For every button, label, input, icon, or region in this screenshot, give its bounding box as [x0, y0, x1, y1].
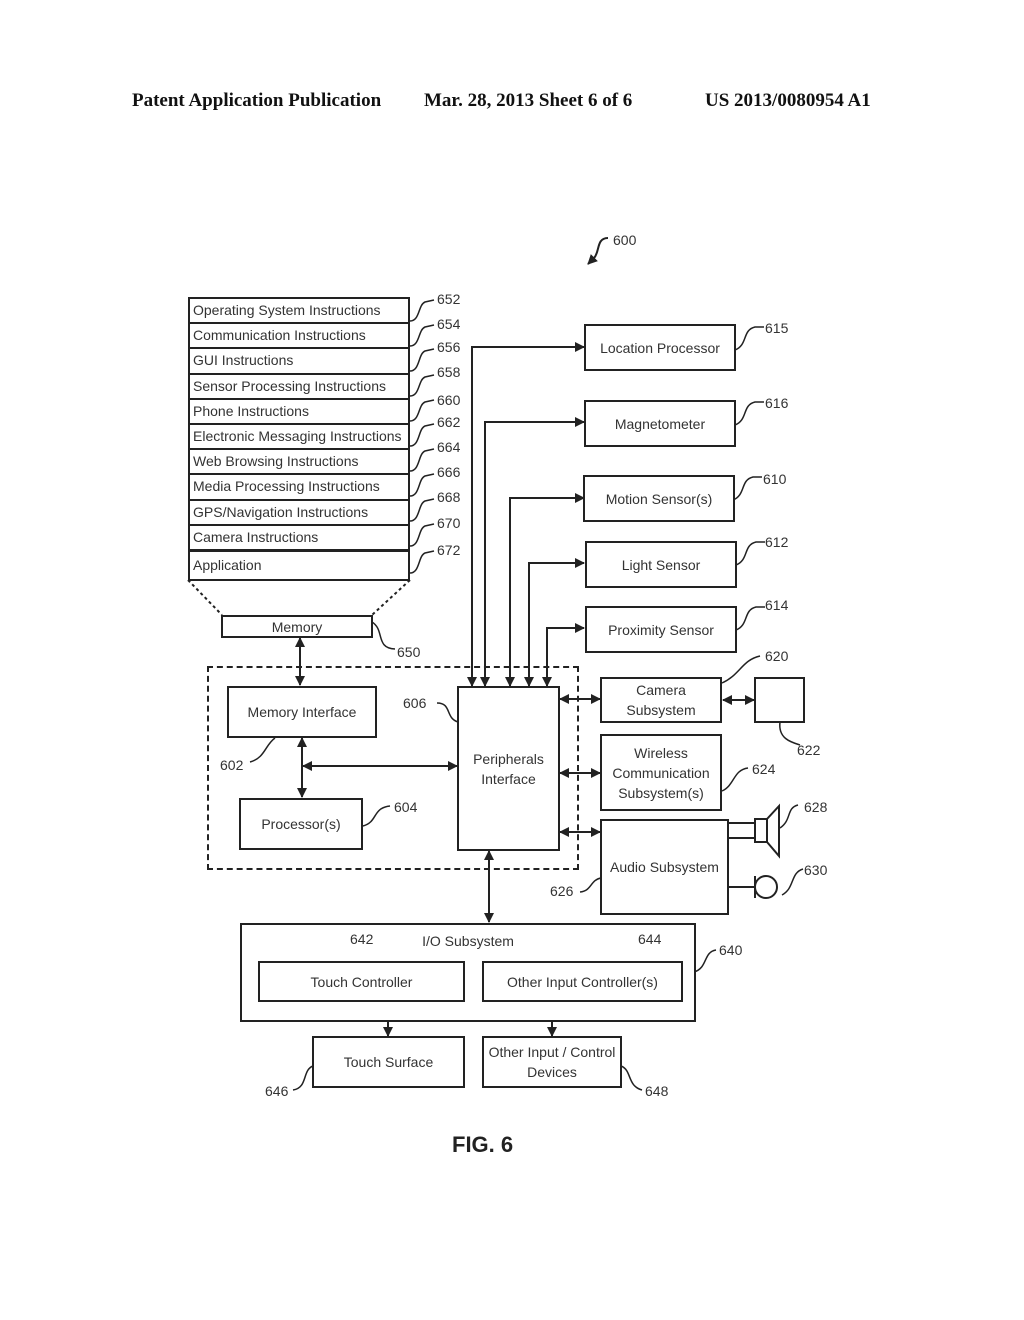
stack-item-gps-navigation-instructions: GPS/Navigation Instructions: [190, 501, 408, 526]
ref-leader-600: [587, 237, 609, 265]
memory-expansion-line-right: [371, 579, 411, 616]
speaker-icon: [728, 803, 780, 859]
memory-label: Memory: [271, 618, 323, 635]
stack-item-web-browsing-instructions: Web Browsing Instructions: [190, 450, 408, 476]
ref-646: 646: [265, 1083, 289, 1099]
stack-item-application: Application: [190, 550, 408, 579]
proximity-sensor-block: Proximity Sensor: [585, 606, 737, 653]
microphone-icon: [728, 875, 778, 899]
ref-648: 648: [645, 1083, 669, 1099]
stack-item-media-processing-instructions: Media Processing Instructions: [190, 475, 408, 501]
camera-subsystem-block: Camera Subsystem: [600, 677, 722, 723]
ref-626: 626: [550, 883, 574, 899]
other-input-devices-block: Other Input / Control Devices: [482, 1036, 622, 1088]
memory-contents-stack: Operating System Instructions Communicat…: [188, 297, 410, 581]
audio-subsystem-label: Audio Subsystem: [610, 859, 719, 875]
stack-item-os-instructions: Operating System Instructions: [190, 299, 408, 325]
stack-item-camera-instructions: Camera Instructions: [190, 526, 408, 551]
ref-600: 600: [613, 232, 637, 248]
ref-658: 658: [437, 364, 461, 380]
ref-630: 630: [804, 862, 828, 878]
stack-item-communication-instructions: Communication Instructions: [190, 324, 408, 350]
stack-item-electronic-messaging-instructions: Electronic Messaging Instructions: [190, 425, 408, 451]
ref-606: 606: [403, 695, 427, 711]
ref-650: 650: [397, 644, 421, 660]
light-sensor-label: Light Sensor: [621, 556, 701, 573]
proximity-sensor-label: Proximity Sensor: [608, 621, 714, 638]
motion-sensor-block: Motion Sensor(s): [583, 475, 735, 522]
ref-628: 628: [804, 799, 828, 815]
ref-660: 660: [437, 392, 461, 408]
ref-602: 602: [220, 757, 244, 773]
memory-block: Memory: [221, 615, 373, 638]
processors-block: Processor(s): [239, 798, 363, 850]
ref-644: 644: [638, 931, 662, 947]
wireless-subsystem-block: Wireless Communication Subsystem(s): [600, 734, 722, 811]
ref-615: 615: [765, 320, 789, 336]
ref-604: 604: [394, 799, 418, 815]
magnetometer-block: Magnetometer: [584, 400, 736, 447]
ref-620: 620: [765, 648, 789, 664]
audio-subsystem-block: Audio Subsystem: [600, 819, 729, 915]
other-input-devices-label: Other Input / Control Devices: [488, 1044, 616, 1080]
touch-surface-block: Touch Surface: [312, 1036, 465, 1088]
touch-surface-label: Touch Surface: [343, 1054, 434, 1070]
light-sensor-block: Light Sensor: [585, 541, 737, 588]
touch-controller-label: Touch Controller: [310, 973, 413, 990]
ref-668: 668: [437, 489, 461, 505]
motion-sensor-label: Motion Sensor(s): [605, 490, 713, 507]
ref-672: 672: [437, 542, 461, 558]
location-processor-block: Location Processor: [584, 324, 736, 371]
ref-652: 652: [437, 291, 461, 307]
ref-654: 654: [437, 316, 461, 332]
memory-interface-label: Memory Interface: [247, 704, 357, 720]
ref-656: 656: [437, 339, 461, 355]
wireless-subsystem-label: Wireless Communication Subsystem(s): [612, 744, 710, 801]
ref-612: 612: [765, 534, 789, 550]
peripherals-interface-label: Peripherals Interface: [473, 750, 544, 787]
touch-controller-block: Touch Controller: [258, 961, 465, 1002]
figure-caption: FIG. 6: [452, 1132, 514, 1157]
other-input-controllers-label: Other Input Controller(s): [507, 973, 658, 990]
ref-670: 670: [437, 515, 461, 531]
stack-item-sensor-processing-instructions: Sensor Processing Instructions: [190, 375, 408, 400]
io-subsystem-label: I/O Subsystem: [422, 933, 514, 949]
optical-sensor-block: [754, 677, 805, 723]
ref-614: 614: [765, 597, 789, 613]
memory-expansion-line-left: [187, 579, 223, 616]
ref-666: 666: [437, 464, 461, 480]
peripherals-interface-block: Peripherals Interface: [457, 686, 560, 851]
processors-label: Processor(s): [261, 816, 341, 832]
stack-item-gui-instructions: GUI Instructions: [190, 349, 408, 375]
other-input-controllers-block: Other Input Controller(s): [482, 961, 683, 1002]
ref-664: 664: [437, 439, 461, 455]
ref-624: 624: [752, 761, 776, 777]
location-processor-label: Location Processor: [600, 339, 720, 356]
memory-interface-block: Memory Interface: [227, 686, 377, 738]
ref-662: 662: [437, 414, 461, 430]
ref-616: 616: [765, 395, 789, 411]
ref-610: 610: [763, 471, 787, 487]
stack-item-phone-instructions: Phone Instructions: [190, 400, 408, 425]
connector-layer: [187, 237, 804, 1091]
magnetometer-wire: [480, 417, 585, 687]
ref-622: 622: [797, 742, 821, 758]
ref-640: 640: [719, 942, 743, 958]
magnetometer-label: Magnetometer: [614, 415, 706, 432]
ref-642: 642: [350, 931, 374, 947]
camera-subsystem-label: Camera Subsystem: [626, 682, 696, 718]
